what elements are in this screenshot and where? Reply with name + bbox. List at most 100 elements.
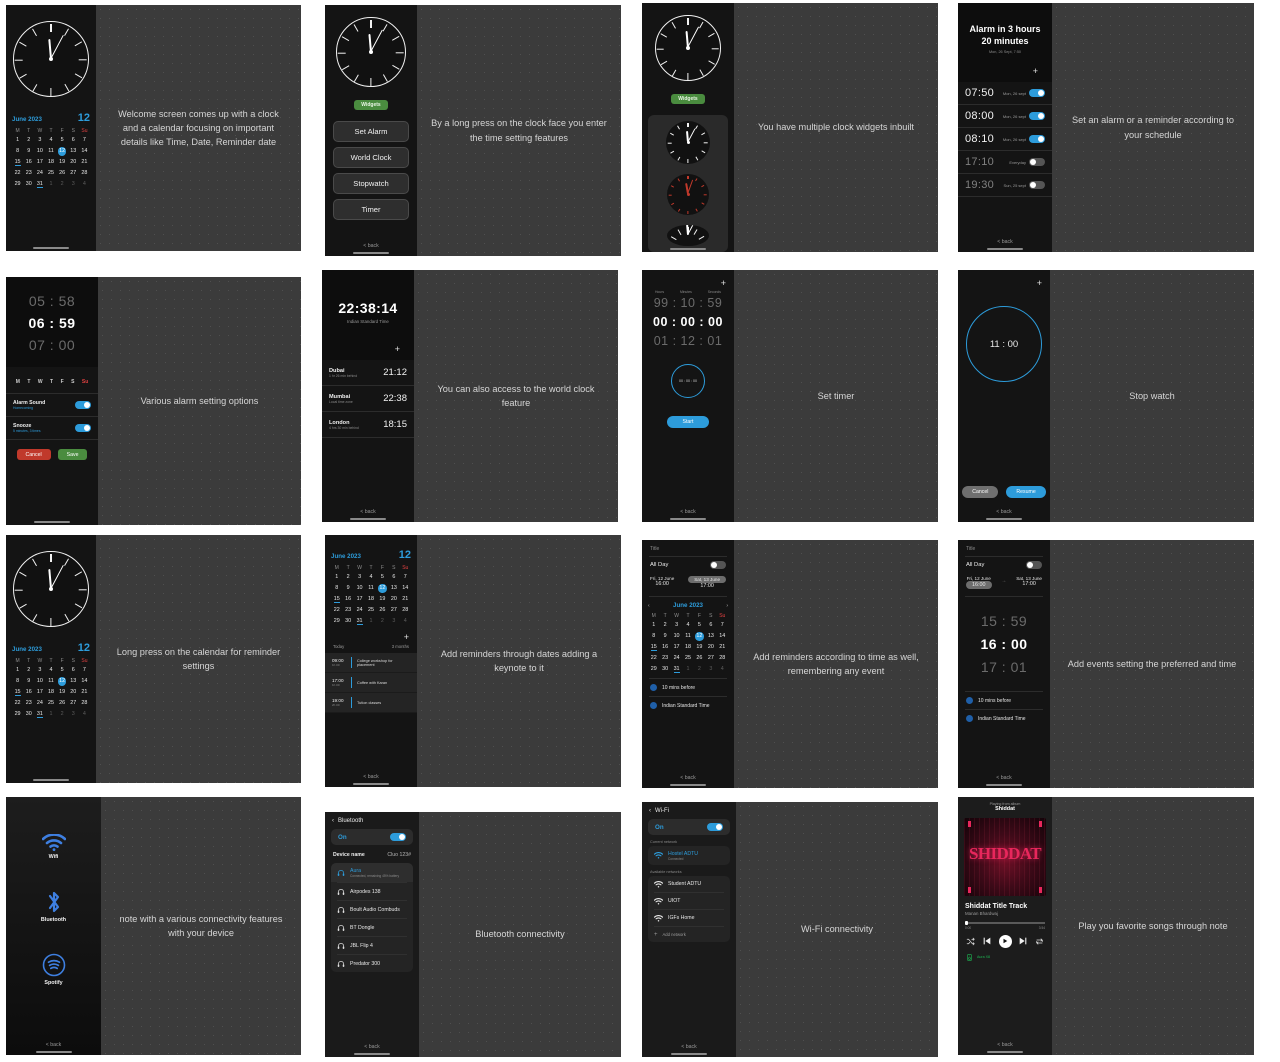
event-title-input[interactable]: Title xyxy=(958,540,1050,556)
calendar-day[interactable]: 19 xyxy=(57,158,68,167)
clock-widget[interactable] xyxy=(642,3,734,87)
calendar-day[interactable]: 2 xyxy=(694,665,705,674)
calendar-day[interactable]: 3 xyxy=(388,617,399,626)
calendar-day[interactable]: 8 xyxy=(331,584,342,593)
calendar-day[interactable]: 24 xyxy=(354,606,365,615)
calendar-day[interactable]: 15 xyxy=(12,158,23,167)
timer-picker[interactable]: 99 : 10 : 59 00 : 00 : 00 01 : 12 : 01 xyxy=(642,294,734,356)
calendar-day[interactable]: 20 xyxy=(68,158,79,167)
event-start[interactable]: Fri, 12 June 16:00 xyxy=(650,576,674,589)
bluetooth-device-row[interactable]: Airpodes 138 xyxy=(331,883,413,900)
weekday-S[interactable]: S xyxy=(71,379,74,385)
weekday-Su[interactable]: Su xyxy=(82,379,88,385)
add-lap-button[interactable]: + xyxy=(958,270,1050,288)
calendar-day[interactable]: 30 xyxy=(23,710,34,719)
calendar-day[interactable]: 17 xyxy=(34,688,45,697)
wifi-toggle[interactable] xyxy=(707,823,723,831)
calendar-day[interactable]: 20 xyxy=(388,595,399,604)
calendar-day[interactable]: 25 xyxy=(682,654,693,663)
timezone-row[interactable]: Indian Standard Time xyxy=(642,697,734,714)
add-city-button[interactable]: + xyxy=(328,324,408,354)
calendar-day[interactable]: 22 xyxy=(331,606,342,615)
calendar-day[interactable]: 27 xyxy=(388,606,399,615)
calendar-day[interactable]: 19 xyxy=(57,688,68,697)
clock-widget[interactable] xyxy=(6,535,96,637)
picker-prev[interactable]: 15 : 59 xyxy=(958,613,1050,629)
alarm-toggle[interactable] xyxy=(1029,112,1045,121)
option-toggle[interactable] xyxy=(75,424,91,432)
calendar-day[interactable]: 1 xyxy=(331,573,342,582)
wifi-network-row[interactable]: UIOT xyxy=(648,893,730,909)
calendar-day[interactable]: 23 xyxy=(23,699,34,708)
feature-bluetooth[interactable]: Bluetooth xyxy=(41,890,66,923)
bluetooth-device-row[interactable]: Boult Audio Combuds xyxy=(331,901,413,918)
calendar-day[interactable]: 28 xyxy=(717,654,728,663)
calendar-day[interactable]: 27 xyxy=(68,169,79,178)
save-button[interactable]: Save xyxy=(57,449,88,460)
calendar-day[interactable]: 29 xyxy=(648,665,659,674)
calendar-day[interactable]: 6 xyxy=(705,621,716,630)
calendar-day[interactable]: 4 xyxy=(45,136,56,145)
calendar-grid[interactable]: M T W T F S Su 1 2 3 4 5 6 7 8 9 10 11 12 13 14 15 16 17 18 19 20 2… xyxy=(12,128,90,189)
calendar-day[interactable]: 20 xyxy=(705,643,716,652)
calendar-day[interactable]: 13 xyxy=(388,584,399,593)
calendar-day[interactable]: 3 xyxy=(68,710,79,719)
network-row-current[interactable]: Hostel ADTU Connected xyxy=(648,846,730,865)
calendar-day[interactable]: 10 xyxy=(34,147,45,156)
widget-clock-red-icon[interactable] xyxy=(667,173,709,215)
event-time-picker[interactable]: 15 : 59 16 : 00 17 : 01 xyxy=(958,597,1050,691)
alarm-row[interactable]: 08:10 Mon, 26 sept xyxy=(958,128,1052,150)
calendar-day[interactable]: 24 xyxy=(34,699,45,708)
calendar-day[interactable]: 3 xyxy=(34,666,45,675)
weekday-M[interactable]: M xyxy=(16,379,20,385)
calendar-day[interactable]: 4 xyxy=(717,665,728,674)
play-button[interactable] xyxy=(998,934,1012,948)
calendar-day[interactable]: 14 xyxy=(79,677,90,686)
alarm-toggle[interactable] xyxy=(1029,89,1045,98)
reminder-row[interactable]: 19:00 2h 00 Tution classes xyxy=(325,693,417,713)
calendar-day[interactable]: 30 xyxy=(659,665,670,674)
calendar-day[interactable]: 2 xyxy=(57,180,68,189)
calendar-day[interactable]: 8 xyxy=(12,147,23,156)
calendar-day[interactable]: 5 xyxy=(694,621,705,630)
event-end[interactable]: Sat, 13 June 17:00 xyxy=(688,576,726,589)
calendar-day[interactable]: 12 xyxy=(377,584,388,593)
calendar-day[interactable]: 21 xyxy=(400,595,411,604)
calendar-day[interactable]: 5 xyxy=(57,666,68,675)
repeat-icon[interactable] xyxy=(1035,937,1044,946)
calendar-day[interactable]: 23 xyxy=(659,654,670,663)
calendar-day[interactable]: 31 xyxy=(671,665,682,674)
menu-item-timer[interactable]: Timer xyxy=(333,199,409,220)
reminder-row[interactable]: 09:00 1h 00 College workshop for placement xyxy=(325,653,417,673)
calendar-day[interactable]: 26 xyxy=(694,654,705,663)
calendar-widget[interactable]: June 2023 12 M T W T F S Su 1 2 3 4 5 6 7 8 9 10 11 12 13 14… xyxy=(6,637,96,723)
bluetooth-toggle[interactable] xyxy=(390,833,406,841)
calendar-day[interactable]: 21 xyxy=(79,158,90,167)
calendar-day[interactable]: 6 xyxy=(68,666,79,675)
calendar-day[interactable]: 24 xyxy=(671,654,682,663)
calendar-day[interactable]: 25 xyxy=(365,606,376,615)
reminder-row[interactable]: 10 mins before xyxy=(958,692,1050,709)
calendar-day[interactable]: 2 xyxy=(23,666,34,675)
weekday-W[interactable]: W xyxy=(38,379,43,385)
alarm-list[interactable]: 07:50 Mon, 26 sept 08:00 Mon, 26 sept 08:10 M… xyxy=(958,82,1052,236)
calendar-day[interactable]: 31 xyxy=(34,180,45,189)
prev-month-icon[interactable]: ‹ xyxy=(648,603,650,609)
back-chevron-icon[interactable]: ‹ xyxy=(332,818,334,824)
calendar-day[interactable]: 22 xyxy=(648,654,659,663)
picker-next[interactable]: 07 : 00 xyxy=(6,337,98,353)
add-network-row[interactable]: + Add network xyxy=(648,927,730,942)
calendar-day[interactable]: 16 xyxy=(659,643,670,652)
clock-widget[interactable] xyxy=(325,5,417,93)
calendar-day[interactable]: 5 xyxy=(57,136,68,145)
calendar-day[interactable]: 19 xyxy=(694,643,705,652)
calendar-widget[interactable]: June 2023 12 M T W T F S Su 1 2 3 4 5 6 7 8 9 10 11 12 13 14… xyxy=(325,535,417,630)
calendar-day[interactable]: 18 xyxy=(45,158,56,167)
calendar-day[interactable]: 26 xyxy=(57,699,68,708)
calendar-day[interactable]: 22 xyxy=(12,169,23,178)
add-event-button[interactable]: + xyxy=(325,630,417,642)
calendar-day[interactable]: 25 xyxy=(45,699,56,708)
calendar-day[interactable]: 28 xyxy=(400,606,411,615)
calendar-day[interactable]: 8 xyxy=(12,677,23,686)
analog-clock-face[interactable] xyxy=(13,551,89,627)
